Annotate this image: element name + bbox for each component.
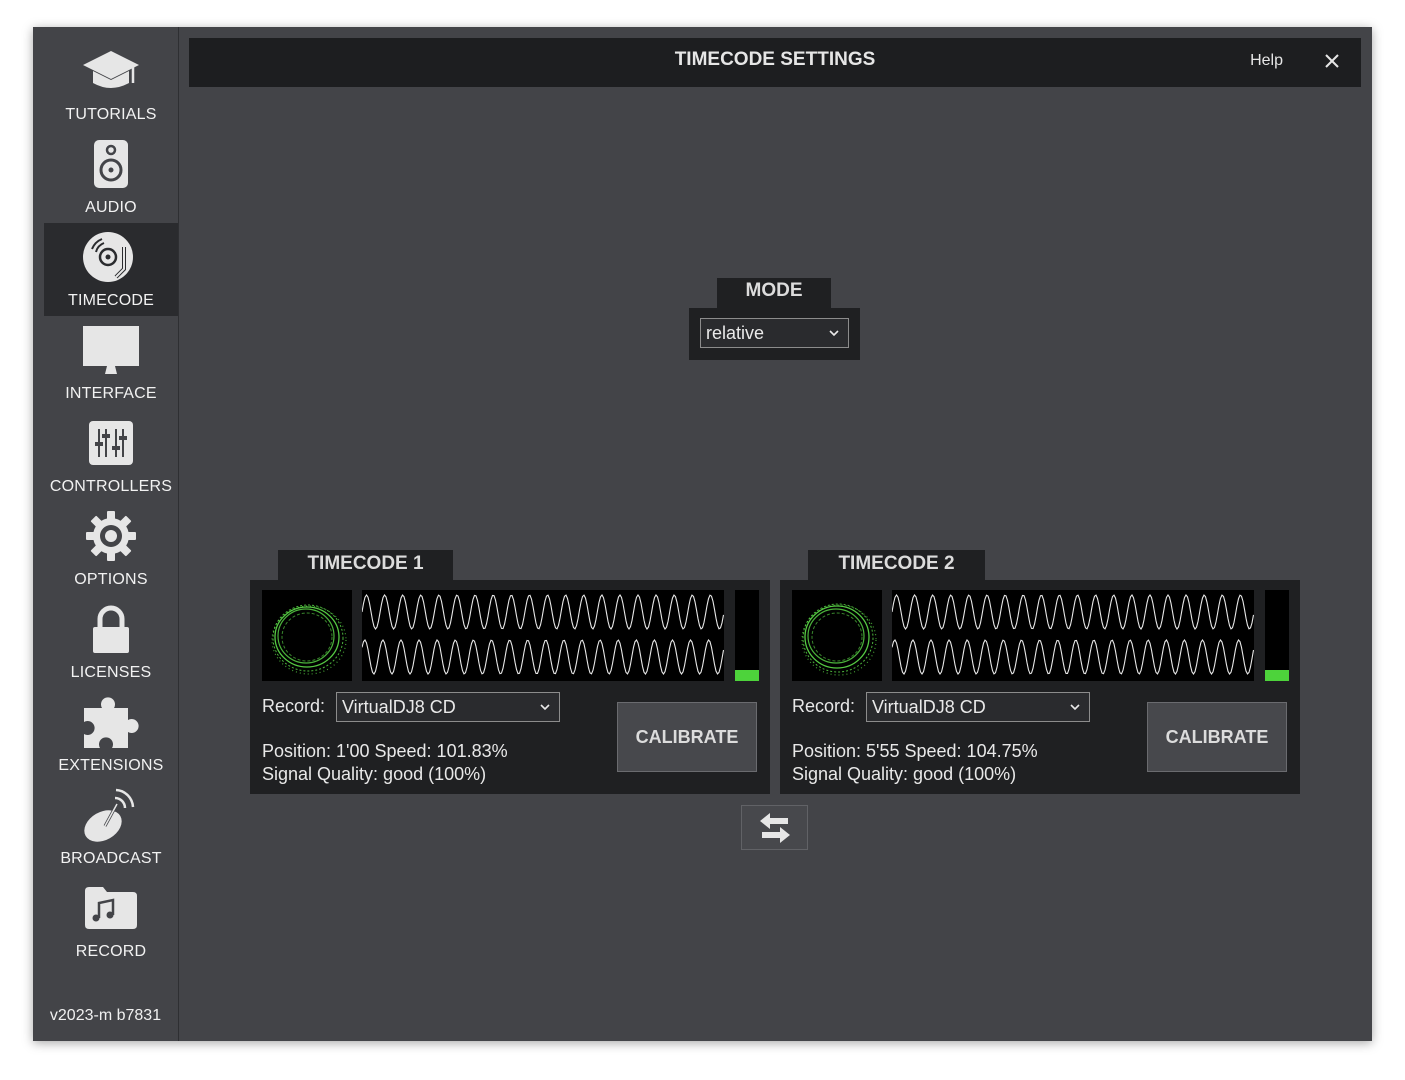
waveform-right-channel <box>361 639 725 675</box>
sidebar-item-interface[interactable]: INTERFACE <box>44 316 178 409</box>
swap-arrows-icon <box>759 812 790 843</box>
position-speed-readout: Position: 1'00 Speed: 101.83% <box>262 741 508 761</box>
mode-label: MODE <box>717 278 831 310</box>
timecode-2-level-meter <box>1265 590 1289 681</box>
gear-icon <box>44 508 178 564</box>
sidebar-item-label: AUDIO <box>85 199 137 216</box>
signal-quality-readout: Signal Quality: good (100%) <box>262 764 487 784</box>
puzzle-piece-icon <box>44 694 178 750</box>
sidebar-item-label: LICENSES <box>70 664 152 681</box>
sidebar-item-label: TUTORIALS <box>65 106 157 123</box>
sidebar-item-tutorials[interactable]: TUTORIALS <box>44 37 178 130</box>
satellite-dish-icon <box>44 787 178 843</box>
music-folder-icon <box>44 880 178 936</box>
window-title: TIMECODE SETTINGS <box>674 49 876 70</box>
sidebar-item-timecode[interactable]: TIMECODE <box>44 223 178 316</box>
timecode-2-panel: Record: VirtualDJ8 CD Position: 5'55 Spe… <box>780 580 1300 794</box>
sidebar-item-audio[interactable]: AUDIO <box>44 130 178 223</box>
scope-ring <box>271 604 347 675</box>
help-button[interactable]: Help <box>1250 38 1283 84</box>
speaker-icon <box>44 136 178 192</box>
sidebar-item-record[interactable]: RECORD <box>44 874 178 967</box>
sidebar-item-label: EXTENSIONS <box>58 757 164 774</box>
monitor-icon <box>44 322 178 378</box>
mode-value: relative <box>706 323 765 343</box>
timecode-2-calibrate-button[interactable]: CALIBRATE <box>1147 702 1287 772</box>
record-value: VirtualDJ8 CD <box>342 697 456 717</box>
sidebar-item-options[interactable]: OPTIONS <box>44 502 178 595</box>
level-meter-fill <box>1265 670 1289 681</box>
sidebar-item-extensions[interactable]: EXTENSIONS <box>44 688 178 781</box>
position-speed-readout: Position: 5'55 Speed: 104.75% <box>792 741 1038 761</box>
timecode-1-scope <box>262 590 352 681</box>
close-button[interactable] <box>1323 52 1341 70</box>
waveform-left-channel <box>891 594 1255 630</box>
vinyl-record-icon <box>44 229 178 285</box>
timecode-1-calibrate-button[interactable]: CALIBRATE <box>617 702 757 772</box>
timecode-2-scope <box>792 590 882 681</box>
mode-select[interactable]: relative <box>700 318 849 348</box>
close-icon <box>1325 54 1339 68</box>
sidebar-item-label: INTERFACE <box>65 385 157 402</box>
timecode-1-panel: Record: VirtualDJ8 CD Position: 1'00 Spe… <box>250 580 770 794</box>
graduation-cap-icon <box>44 43 178 99</box>
timecode-1-record-select[interactable]: VirtualDJ8 CD <box>336 692 560 722</box>
sidebar-item-label: CONTROLLERS <box>49 478 173 495</box>
sidebar-item-licenses[interactable]: LICENSES <box>44 595 178 688</box>
level-meter-fill <box>735 670 759 681</box>
timecode-1-level-meter <box>735 590 759 681</box>
title-bar: TIMECODE SETTINGS Help <box>189 38 1361 87</box>
mixer-sliders-icon <box>44 415 178 471</box>
timecode-1-title: TIMECODE 1 <box>278 550 453 582</box>
chevron-down-icon <box>829 330 839 337</box>
version-label: v2023-m b7831 <box>49 1007 162 1024</box>
record-label: Record: <box>792 696 856 716</box>
sidebar-item-label: TIMECODE <box>67 292 155 309</box>
sidebar-item-label: RECORD <box>75 943 147 960</box>
record-value: VirtualDJ8 CD <box>872 697 986 717</box>
timecode-2-title: TIMECODE 2 <box>808 550 985 582</box>
sidebar-item-label: OPTIONS <box>74 571 148 588</box>
record-label: Record: <box>262 696 326 716</box>
chevron-down-icon <box>540 704 550 711</box>
mode-panel: relative <box>689 308 860 360</box>
sidebar: TUTORIALS AUDIO TIMECODE INTERFACE CONTR… <box>33 27 179 1041</box>
signal-quality-readout: Signal Quality: good (100%) <box>792 764 1017 784</box>
sidebar-item-broadcast[interactable]: BROADCAST <box>44 781 178 874</box>
timecode-2-waveform <box>891 590 1255 681</box>
timecode-1-waveform <box>361 590 725 681</box>
waveform-right-channel <box>891 639 1255 675</box>
settings-window: TUTORIALS AUDIO TIMECODE INTERFACE CONTR… <box>33 27 1372 1041</box>
scope-ring <box>801 603 877 676</box>
timecode-2-record-select[interactable]: VirtualDJ8 CD <box>866 692 1090 722</box>
chevron-down-icon <box>1070 704 1080 711</box>
lock-icon <box>44 601 178 657</box>
swap-decks-button[interactable] <box>741 805 808 850</box>
waveform-left-channel <box>361 594 725 630</box>
sidebar-item-label: BROADCAST <box>60 850 162 867</box>
sidebar-item-controllers[interactable]: CONTROLLERS <box>44 409 178 502</box>
